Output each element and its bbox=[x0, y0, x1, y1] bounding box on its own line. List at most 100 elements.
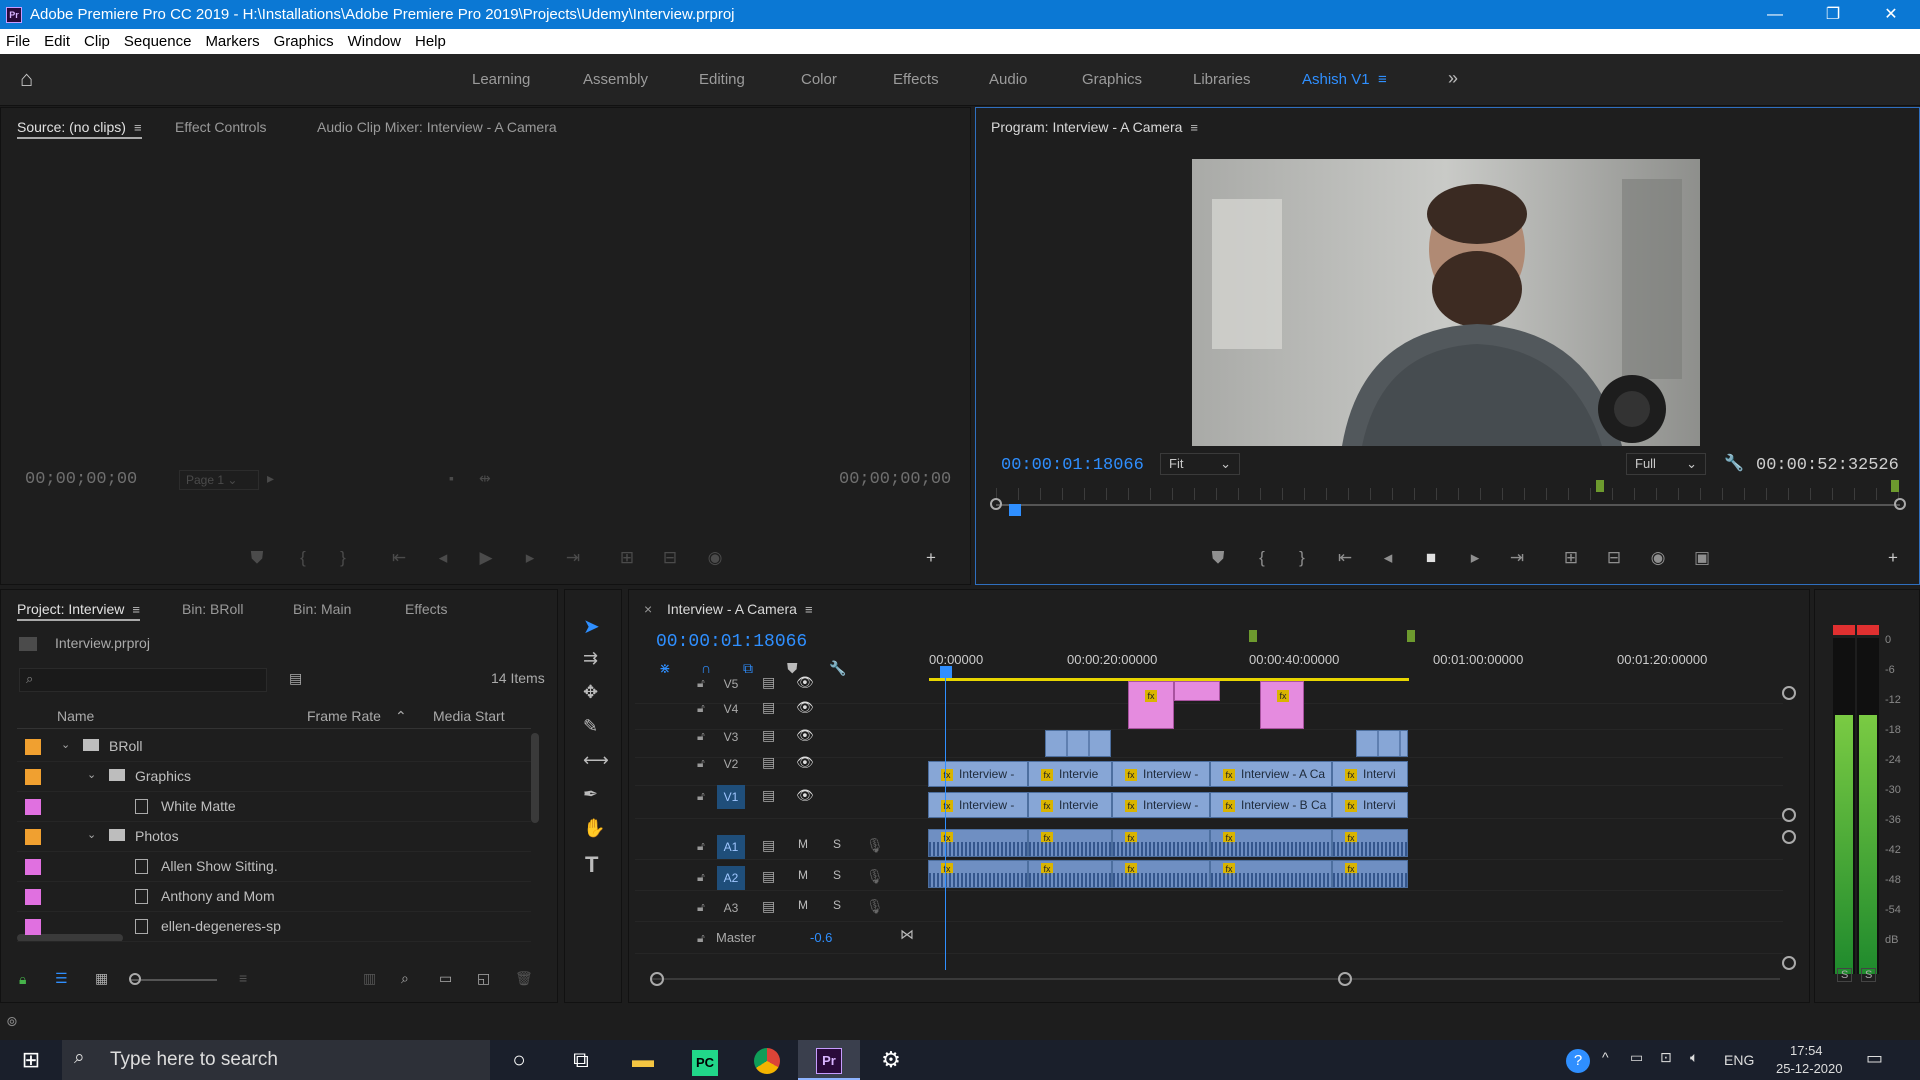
audio-clip[interactable]: fx bbox=[1028, 829, 1112, 857]
step-back-icon[interactable]: ◂ bbox=[431, 548, 455, 568]
settings-gear-icon[interactable]: ⚙ bbox=[860, 1040, 922, 1080]
tab-audio-clip-mixer[interactable]: Audio Clip Mixer: Interview - A Camera bbox=[317, 119, 557, 135]
project-item-row[interactable]: Anthony and Mom bbox=[17, 882, 531, 912]
video-clip[interactable] bbox=[1045, 730, 1111, 757]
step-back-icon[interactable]: ◂ bbox=[1376, 548, 1400, 568]
go-to-in-icon[interactable]: ⇤ bbox=[1333, 548, 1357, 568]
clock-date[interactable]: 25-12-2020 bbox=[1776, 1061, 1843, 1076]
mark-in-icon[interactable]: { bbox=[291, 548, 315, 568]
workspace-assembly[interactable]: Assembly bbox=[583, 71, 648, 88]
track-lock-icon[interactable]: 🔓︎ bbox=[697, 931, 705, 946]
column-media-start[interactable]: Media Start bbox=[433, 708, 505, 724]
track-lock-icon[interactable]: 🔓︎ bbox=[697, 900, 705, 915]
workspace-graphics[interactable]: Graphics bbox=[1082, 71, 1142, 88]
workspace-editing[interactable]: Editing bbox=[699, 71, 745, 88]
marker-icon[interactable] bbox=[1891, 480, 1899, 492]
new-bin-icon[interactable]: ▭ bbox=[439, 970, 452, 987]
audio-clip[interactable]: fx bbox=[1332, 829, 1408, 857]
audio-clip[interactable]: fx bbox=[1210, 829, 1332, 857]
video-clip[interactable]: fx Interview - bbox=[928, 792, 1028, 818]
toggle-sync-lock-icon[interactable]: ▤ bbox=[762, 754, 775, 771]
list-view-icon[interactable]: ☰ bbox=[55, 970, 68, 987]
toggle-sync-lock-icon[interactable]: ▤ bbox=[762, 699, 775, 716]
graphic-clip[interactable] bbox=[1174, 681, 1220, 701]
menu-help[interactable]: Help bbox=[415, 33, 446, 50]
zoom-slider[interactable] bbox=[131, 979, 217, 981]
sort-icons-icon[interactable]: ≡ bbox=[239, 970, 247, 986]
source-page-select[interactable]: Page 1 ⌄ bbox=[179, 470, 259, 490]
workspace-learning[interactable]: Learning bbox=[472, 71, 530, 88]
project-search-input[interactable]: ⌕ bbox=[19, 668, 267, 692]
track-lock-icon[interactable]: 🔓︎ bbox=[697, 870, 705, 885]
video-clip[interactable]: fx Interview - A Ca bbox=[1210, 761, 1332, 787]
workspace-color[interactable]: Color bbox=[801, 71, 837, 88]
toggle-sync-lock-icon[interactable]: ▤ bbox=[762, 898, 775, 915]
audio-clip[interactable]: fx bbox=[1210, 860, 1332, 888]
workspace-effects[interactable]: Effects bbox=[893, 71, 939, 88]
close-window-button[interactable]: ✕ bbox=[1862, 0, 1920, 29]
label-color-swatch[interactable] bbox=[25, 859, 41, 875]
menu-window[interactable]: Window bbox=[348, 33, 401, 50]
tab-bin-main[interactable]: Bin: Main bbox=[293, 601, 351, 617]
clock-time[interactable]: 17:54 bbox=[1790, 1043, 1823, 1058]
add-marker-icon[interactable]: ⛊ bbox=[1206, 548, 1230, 568]
audio-clip[interactable]: fx bbox=[928, 829, 1028, 857]
sequence-marker-icon[interactable] bbox=[1407, 630, 1415, 642]
label-color-swatch[interactable] bbox=[25, 769, 41, 785]
toggle-sync-lock-icon[interactable]: ▤ bbox=[762, 868, 775, 885]
timeline-playhead[interactable] bbox=[940, 666, 952, 678]
timeline-horizontal-scrollbar[interactable] bbox=[650, 978, 1780, 980]
mute-track-button[interactable]: M bbox=[798, 868, 808, 882]
project-folder-row[interactable]: ⌄ Graphics bbox=[17, 762, 531, 792]
video-scroll-handle[interactable] bbox=[1782, 686, 1796, 700]
solo-left-button[interactable]: S bbox=[1837, 968, 1853, 982]
mute-track-button[interactable]: M bbox=[798, 837, 808, 851]
trash-icon[interactable]: 🗑︎ bbox=[515, 970, 533, 987]
cortana-icon[interactable]: ○ bbox=[488, 1040, 550, 1080]
go-to-in-icon[interactable]: ⇤ bbox=[387, 548, 411, 568]
menu-graphics[interactable]: Graphics bbox=[274, 33, 334, 50]
video-clip[interactable]: fx Interview - B Ca bbox=[1210, 792, 1332, 818]
toggle-track-output-eye-icon[interactable]: 👁︎ bbox=[796, 674, 814, 691]
program-playhead[interactable] bbox=[1009, 504, 1021, 516]
tab-sequence[interactable]: Interview - A Camera ≡ bbox=[667, 601, 813, 617]
go-to-out-icon[interactable]: ⇥ bbox=[1505, 548, 1529, 568]
new-item-icon[interactable]: ◱ bbox=[477, 970, 490, 987]
menu-edit[interactable]: Edit bbox=[44, 33, 70, 50]
chrome-icon[interactable] bbox=[736, 1040, 798, 1080]
insert-icon[interactable]: ⊞ bbox=[615, 548, 639, 568]
panel-menu-icon[interactable]: ≡ bbox=[1190, 120, 1198, 135]
tab-effects[interactable]: Effects bbox=[405, 601, 448, 617]
track-lock-icon[interactable]: 🔓︎ bbox=[697, 756, 705, 771]
add-marker-icon[interactable]: ⛊ bbox=[245, 548, 269, 568]
toggle-sync-lock-icon[interactable]: ▤ bbox=[762, 787, 775, 804]
video-clip[interactable]: fx Interview - bbox=[1112, 792, 1210, 818]
menu-file[interactable]: File bbox=[6, 33, 30, 50]
ripple-edit-tool-icon[interactable]: ✥ bbox=[583, 682, 598, 703]
tab-program[interactable]: Program: Interview - A Camera ≡ bbox=[991, 119, 1198, 135]
project-item-row[interactable]: White Matte bbox=[17, 792, 531, 822]
solo-track-button[interactable]: S bbox=[833, 898, 841, 912]
disclosure-chevron-icon[interactable]: ⌄ bbox=[87, 768, 96, 781]
audio-clip[interactable]: fx bbox=[1112, 860, 1210, 888]
column-frame-rate[interactable]: Frame Rate bbox=[307, 708, 381, 724]
sort-ascending-icon[interactable]: ⌃ bbox=[395, 708, 407, 725]
video-clip[interactable]: fx Intervie bbox=[1028, 761, 1112, 787]
export-frame-icon[interactable]: ◉ bbox=[703, 548, 727, 568]
selection-tool-icon[interactable]: ➤ bbox=[583, 614, 600, 639]
track-select-tool-icon[interactable]: ⇉ bbox=[583, 648, 598, 669]
zoom-start-handle[interactable] bbox=[650, 972, 664, 986]
label-color-swatch[interactable] bbox=[25, 739, 41, 755]
pycharm-icon[interactable]: PC bbox=[674, 1040, 736, 1080]
solo-right-button[interactable]: S bbox=[1861, 968, 1877, 982]
label-color-swatch[interactable] bbox=[25, 919, 41, 935]
menu-markers[interactable]: Markers bbox=[205, 33, 259, 50]
play-arrow-icon[interactable]: ▸ bbox=[267, 470, 274, 487]
show-hidden-icons-icon[interactable]: ^ bbox=[1602, 1049, 1609, 1065]
razor-tool-icon[interactable]: ✎ bbox=[583, 716, 598, 737]
lock-icon[interactable]: 🔒︎ bbox=[19, 971, 26, 988]
track-lock-icon[interactable]: 🔓︎ bbox=[697, 701, 705, 716]
track-label-a3[interactable]: A3 bbox=[717, 896, 745, 920]
column-name[interactable]: Name bbox=[57, 708, 94, 724]
zoom-slider-handle[interactable] bbox=[129, 973, 141, 985]
